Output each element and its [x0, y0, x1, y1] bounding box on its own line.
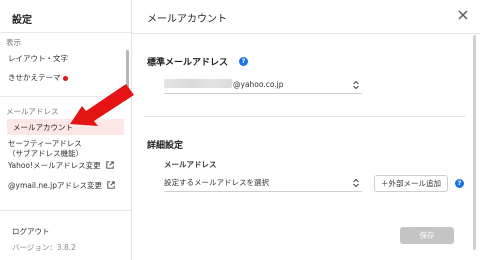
- close-icon[interactable]: [456, 8, 470, 22]
- sidebar-item-label: レイアウト・文字: [8, 54, 68, 63]
- section-display: 表示: [6, 38, 21, 47]
- version-label: バージョン：3.8.2: [12, 243, 76, 252]
- sidebar-item-label: メールアカウント: [13, 123, 73, 132]
- panel-header: メールアカウント: [132, 0, 480, 34]
- external-link-icon: [107, 181, 116, 189]
- sidebar-item-label: @ymail.ne.jpアドレス変更: [8, 181, 102, 190]
- sidebar-title: 設定: [12, 15, 32, 26]
- settings-sidebar: 設定 表示 レイアウト・文字 きせかえテーマ メールアドレス メールアカウント …: [0, 0, 132, 260]
- sidebar-item-ymail-change[interactable]: @ymail.ne.jpアドレス変更: [8, 181, 124, 191]
- mail-address-label: メールアドレス: [164, 160, 217, 169]
- external-link-icon: [106, 161, 114, 169]
- select-value: @yahoo.co.jp: [233, 80, 284, 89]
- main-scrollbar[interactable]: [473, 35, 476, 250]
- chevron-updown-icon: [353, 80, 359, 90]
- standard-address-title: 標準メールアドレス: [147, 58, 229, 68]
- mail-address-select[interactable]: 設定するメールアドレスを選択: [164, 176, 362, 192]
- sidebar-item-safety-address[interactable]: セーフティーアドレス （サブアドレス機能）: [8, 139, 124, 159]
- page-title: メールアカウント: [147, 14, 227, 25]
- logout-link[interactable]: ログアウト: [12, 226, 50, 237]
- section-divider: [144, 116, 466, 117]
- sidebar-item-sublabel: （サブアドレス機能）: [8, 149, 83, 158]
- help-icon[interactable]: ?: [455, 179, 464, 188]
- redacted-address: [164, 79, 232, 88]
- sidebar-item-label: きせかえテーマ: [8, 73, 61, 82]
- help-icon[interactable]: ?: [239, 57, 248, 66]
- mail-account-panel: メールアカウント 標準メールアドレス ? @yahoo.co.jp 詳細設定 メ…: [132, 0, 480, 260]
- save-button[interactable]: 保存: [400, 227, 454, 244]
- sidebar-item-yahoo-change[interactable]: Yahoo!メールアドレス変更: [8, 161, 124, 171]
- notification-dot: [62, 75, 68, 81]
- chevron-updown-icon: [353, 178, 359, 188]
- sidebar-divider: [0, 32, 131, 33]
- section-mail-address: メールアドレス: [6, 107, 59, 116]
- sidebar-item-label: セーフティーアドレス: [8, 139, 82, 148]
- sidebar-divider: [0, 210, 131, 211]
- standard-address-select[interactable]: @yahoo.co.jp: [164, 78, 362, 94]
- red-arrow-annotation: [70, 84, 134, 126]
- select-value: 設定するメールアドレスを選択: [164, 178, 269, 187]
- sidebar-item-layout[interactable]: レイアウト・文字: [8, 54, 124, 64]
- add-external-mail-button[interactable]: ＋外部メール追加: [374, 175, 448, 192]
- sidebar-item-label: Yahoo!メールアドレス変更: [8, 161, 101, 170]
- details-title: 詳細設定: [147, 141, 184, 151]
